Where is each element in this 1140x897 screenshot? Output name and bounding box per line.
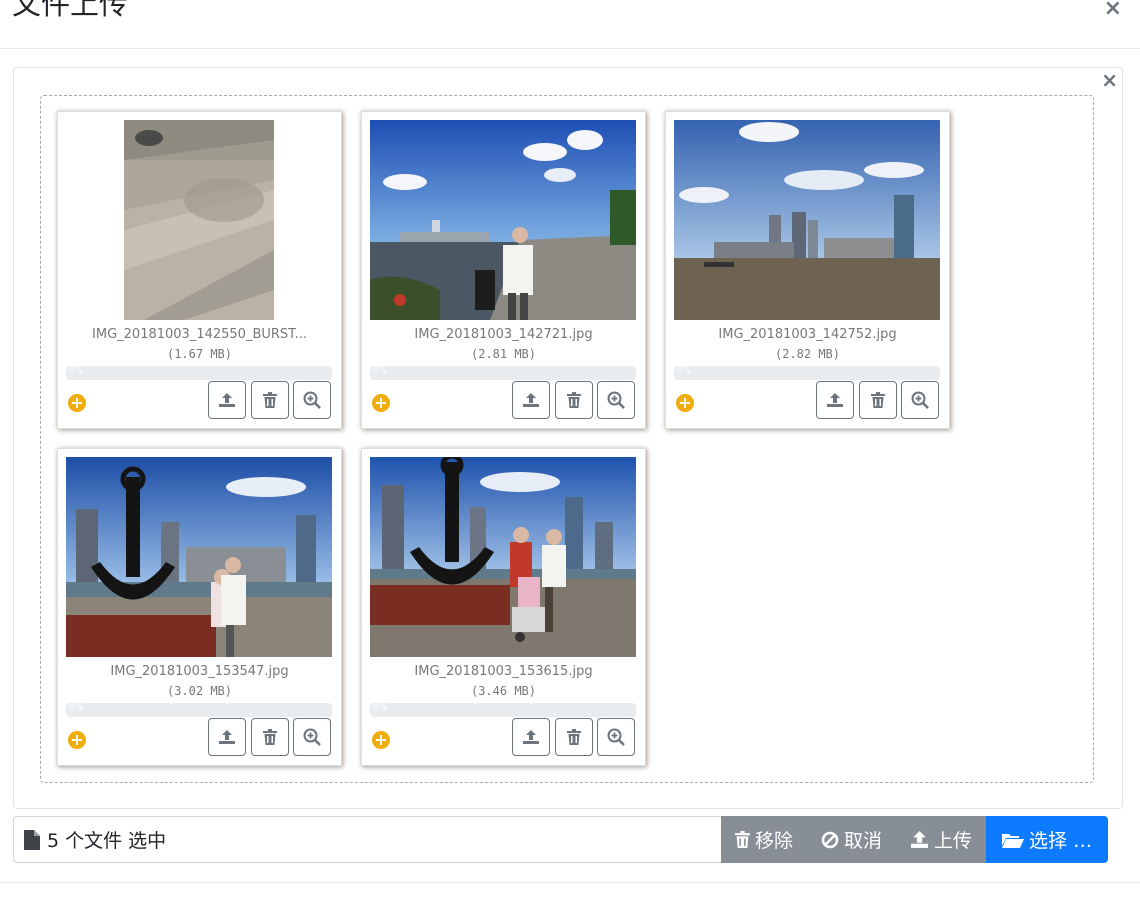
remove-file-button[interactable] — [251, 718, 289, 756]
file-thumbnail: IMG_20181003_142752.jpg (2.82 MB) 0% + — [665, 111, 950, 429]
thumbnail-image[interactable] — [370, 457, 636, 657]
thumbnail-image[interactable] — [66, 457, 332, 657]
browse-button[interactable]: 选择 … — [986, 816, 1109, 863]
thumbnail-image[interactable] — [370, 120, 636, 320]
upload-all-label: 上传 — [934, 830, 973, 852]
zoom-file-button[interactable] — [293, 718, 331, 756]
zoom-in-icon — [607, 728, 625, 746]
upload-icon — [523, 393, 539, 407]
zoom-file-button[interactable] — [293, 381, 331, 419]
pending-status-icon: + — [372, 394, 390, 412]
progress-text: 0% — [69, 366, 84, 376]
file-preview-box: × IMG_20181003_142550_BURST... (1.67 MB)… — [13, 67, 1123, 809]
file-name: IMG_20181003_153615.jpg — [414, 664, 593, 679]
file-name: IMG_20181003_142721.jpg — [414, 327, 593, 342]
upload-icon — [523, 730, 539, 744]
browse-label: 选择 … — [1029, 830, 1093, 852]
upload-all-button[interactable]: 上传 — [896, 816, 987, 863]
file-thumbnail: IMG_20181003_142721.jpg (2.81 MB) 0% + — [361, 111, 646, 429]
modal-close-icon[interactable]: × — [1104, 0, 1122, 20]
remove-file-button[interactable] — [859, 381, 897, 419]
zoom-in-icon — [303, 391, 321, 409]
upload-file-button[interactable] — [208, 381, 246, 419]
progress-text: 0% — [69, 703, 84, 713]
folder-open-icon — [1002, 833, 1025, 848]
upload-file-button[interactable] — [512, 718, 550, 756]
remove-all-button[interactable]: 移除 — [721, 816, 808, 863]
file-name: IMG_20181003_153547.jpg — [110, 664, 289, 679]
file-name: IMG_20181003_142550_BURST... — [92, 327, 307, 342]
thumbnail-image[interactable] — [674, 120, 940, 320]
file-icon — [24, 829, 40, 850]
cancel-button[interactable]: 取消 — [807, 816, 897, 863]
upload-icon — [911, 831, 928, 848]
upload-icon — [219, 730, 235, 744]
action-button-group: 移除 取消 上传 选择 … — [721, 816, 1109, 863]
trash-icon — [567, 392, 581, 408]
upload-progress-bar: 0% — [66, 703, 332, 717]
file-size: (2.82 MB) — [774, 347, 841, 361]
file-thumbnail: IMG_20181003_153547.jpg (3.02 MB) 0% + — [57, 448, 342, 766]
zoom-in-icon — [607, 391, 625, 409]
file-size: (3.02 MB) — [166, 684, 233, 698]
upload-file-button[interactable] — [208, 718, 246, 756]
upload-file-button[interactable] — [816, 381, 854, 419]
zoom-in-icon — [911, 391, 929, 409]
upload-icon — [219, 393, 235, 407]
modal-footer-divider — [0, 882, 1140, 883]
upload-file-button[interactable] — [512, 381, 550, 419]
upload-progress-bar: 0% — [370, 703, 636, 717]
progress-text: 0% — [373, 703, 388, 713]
preview-close-icon[interactable]: × — [1101, 68, 1118, 92]
remove-all-label: 移除 — [755, 830, 794, 852]
file-size: (2.81 MB) — [470, 347, 537, 361]
trash-icon — [263, 392, 277, 408]
progress-text: 0% — [677, 366, 692, 376]
upload-progress-bar: 0% — [370, 366, 636, 380]
pending-status-icon: + — [68, 731, 86, 749]
trash-icon — [871, 392, 885, 408]
file-name: IMG_20181003_142752.jpg — [718, 327, 897, 342]
file-thumbnail: IMG_20181003_142550_BURST... (1.67 MB) 0… — [57, 111, 342, 429]
progress-text: 0% — [373, 366, 388, 376]
zoom-file-button[interactable] — [597, 718, 635, 756]
trash-icon — [567, 729, 581, 745]
cancel-label: 取消 — [844, 830, 883, 852]
file-caption[interactable]: 5 个文件 选中 — [13, 816, 722, 863]
zoom-in-icon — [303, 728, 321, 746]
remove-file-button[interactable] — [555, 718, 593, 756]
caption-text: 5 个文件 选中 — [47, 830, 167, 852]
trash-icon — [735, 831, 750, 848]
file-drop-zone[interactable]: IMG_20181003_142550_BURST... (1.67 MB) 0… — [40, 95, 1094, 783]
pending-status-icon: + — [372, 731, 390, 749]
file-size: (3.46 MB) — [470, 684, 537, 698]
ban-icon — [821, 831, 839, 848]
thumbnail-image[interactable] — [124, 120, 274, 320]
zoom-file-button[interactable] — [597, 381, 635, 419]
file-thumbnail: IMG_20181003_153615.jpg (3.46 MB) 0% + — [361, 448, 646, 766]
thumbnail-image-frame — [370, 457, 636, 657]
upload-progress-bar: 0% — [674, 366, 940, 380]
upload-icon — [827, 393, 843, 407]
thumbnail-image-frame — [674, 120, 940, 320]
thumbnail-image-frame — [66, 457, 332, 657]
upload-progress-bar: 0% — [66, 366, 332, 380]
thumbnail-image-frame — [370, 120, 636, 320]
modal-header: 文件上传 × — [0, 0, 1140, 49]
modal-title: 文件上传 — [12, 0, 129, 21]
file-size: (1.67 MB) — [166, 347, 233, 361]
thumbnail-image-frame — [66, 120, 332, 320]
zoom-file-button[interactable] — [901, 381, 939, 419]
pending-status-icon: + — [68, 394, 86, 412]
remove-file-button[interactable] — [251, 381, 289, 419]
trash-icon — [263, 729, 277, 745]
pending-status-icon: + — [676, 394, 694, 412]
remove-file-button[interactable] — [555, 381, 593, 419]
